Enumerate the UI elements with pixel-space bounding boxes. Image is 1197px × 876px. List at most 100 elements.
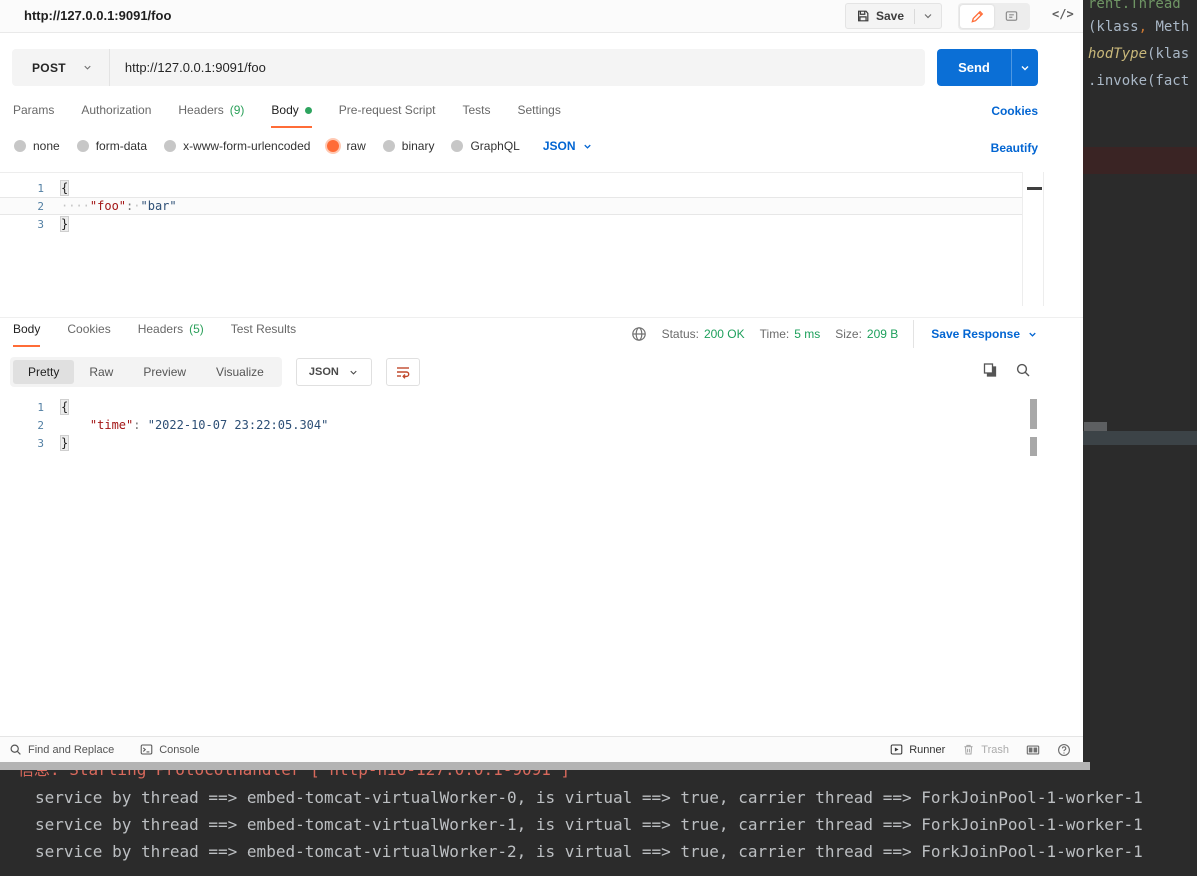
radio-icon <box>382 140 395 152</box>
response-scroll-thumb[interactable] <box>1030 437 1037 456</box>
request-editor-scroll-thumb[interactable] <box>1027 187 1042 190</box>
response-view-controls: Pretty Raw Preview Visualize JSON <box>10 357 420 387</box>
tab-headers[interactable]: Headers (9) <box>178 103 244 128</box>
globe-icon <box>631 326 647 342</box>
chevron-down-icon <box>922 10 934 22</box>
view-raw[interactable]: Raw <box>74 360 128 384</box>
body-mode-none[interactable]: none <box>14 139 60 153</box>
edit-pencil-icon <box>970 9 985 24</box>
save-button[interactable]: Save <box>846 9 914 23</box>
editor-line-current: 2 ···· "foo": · "bar" <box>0 197 1022 215</box>
body-mode-raw[interactable]: raw <box>327 139 366 153</box>
response-tab-test-results[interactable]: Test Results <box>231 322 296 347</box>
body-mode-binary[interactable]: binary <box>382 139 434 153</box>
comment-mode-button[interactable] <box>994 5 1028 28</box>
save-icon <box>856 9 870 23</box>
postman-window: http://127.0.0.1:9091/foo Save </> POST … <box>0 0 1083 762</box>
response-divider <box>0 317 1083 318</box>
line-number: 1 <box>37 400 44 414</box>
chevron-down-icon <box>348 367 359 378</box>
ide-console[interactable]: 信息: Starting ProtocolHandler ["http-nio-… <box>0 762 1197 876</box>
help-button[interactable] <box>1057 743 1071 757</box>
tab-params[interactable]: Params <box>13 103 54 128</box>
split-pane-button[interactable] <box>1026 743 1040 757</box>
response-meta-bar: Status: 200 OK Time: 5 ms Size: 209 B Save … <box>631 320 1038 348</box>
trash-icon <box>962 743 975 756</box>
ide-code-line: hodType(klas <box>1088 46 1190 62</box>
trash-button[interactable]: Trash <box>962 743 1009 756</box>
ide-editor-region[interactable]: rent.Thread (klass, Meth hodType(klas .i… <box>1083 0 1197 762</box>
tab-settings[interactable]: Settings <box>518 103 561 128</box>
url-input[interactable]: http://127.0.0.1:9091/foo <box>110 60 925 75</box>
response-headers-count-badge: (5) <box>189 322 204 336</box>
line-number: 1 <box>37 181 44 195</box>
editor-line: 2 "time": "2022-10-07 23:22:05.304" <box>0 416 1022 434</box>
raw-format-select[interactable]: JSON <box>543 139 593 153</box>
save-options-button[interactable] <box>915 10 941 22</box>
request-url-bar: POST http://127.0.0.1:9091/foo <box>12 49 925 86</box>
line-number: 3 <box>37 436 44 450</box>
tab-tests[interactable]: Tests <box>462 103 490 128</box>
wrap-lines-button[interactable] <box>385 358 420 386</box>
response-scroll-thumb[interactable] <box>1030 399 1037 429</box>
chevron-down-icon[interactable] <box>82 62 93 73</box>
radio-icon <box>164 140 177 152</box>
editor-line: 1{ <box>0 179 1022 197</box>
save-button-label: Save <box>876 9 905 23</box>
body-mode-graphql[interactable]: GraphQL <box>451 139 520 153</box>
body-mode-form-data[interactable]: form-data <box>76 139 147 153</box>
edit-mode-button[interactable] <box>960 5 994 28</box>
save-response-button[interactable]: Save Response <box>913 320 1038 348</box>
request-editor-scrollbar[interactable] <box>1022 172 1044 306</box>
send-button[interactable]: Send <box>937 49 1011 86</box>
tab-body[interactable]: Body <box>271 103 312 128</box>
radio-selected-icon <box>327 140 340 152</box>
view-preview[interactable]: Preview <box>128 360 201 384</box>
ide-scroll-thumb[interactable] <box>1084 422 1107 431</box>
console-log-line: service by thread ==> embed-tomcat-virtu… <box>35 842 1143 861</box>
help-icon <box>1057 743 1071 757</box>
search-icon[interactable] <box>1015 362 1031 378</box>
send-button-group: Send <box>937 49 1038 86</box>
view-pretty[interactable]: Pretty <box>13 360 75 384</box>
view-visualize[interactable]: Visualize <box>201 360 279 384</box>
response-view-segmented: Pretty Raw Preview Visualize <box>10 357 282 387</box>
editor-line: 3} <box>0 434 1022 452</box>
response-body-viewer[interactable]: 1{ 2 "time": "2022-10-07 23:22:05.304" 3… <box>0 398 1022 452</box>
console-log-line: service by thread ==> embed-tomcat-virtu… <box>35 788 1143 807</box>
response-format-select[interactable]: JSON <box>295 358 372 386</box>
code-toggle-icon[interactable]: </> <box>1052 7 1074 21</box>
console-log-line: service by thread ==> embed-tomcat-virtu… <box>35 815 1143 834</box>
response-tab-body[interactable]: Body <box>13 322 41 347</box>
response-tab-headers[interactable]: Headers (5) <box>138 322 204 347</box>
request-body-editor[interactable]: 1{ 2 ···· "foo": · "bar" 3} <box>0 172 1022 233</box>
body-mode-x-www-form-urlencoded[interactable]: x-www-form-urlencoded <box>164 139 310 153</box>
comment-icon <box>1004 9 1019 24</box>
ide-code-line: rent.Thread <box>1088 0 1181 12</box>
copy-icon[interactable] <box>982 362 998 378</box>
send-options-button[interactable] <box>1011 49 1038 86</box>
method-select[interactable]: POST <box>12 61 82 75</box>
find-and-replace-button[interactable]: Find and Replace <box>9 743 114 756</box>
console-horizontal-scrollbar[interactable] <box>0 762 1090 770</box>
tab-pre-request-script[interactable]: Pre-request Script <box>339 103 436 128</box>
ide-panel-edge <box>1083 431 1197 445</box>
status-value: 200 OK <box>703 327 745 341</box>
headers-count-badge: (9) <box>229 103 245 117</box>
body-modified-dot <box>304 106 312 114</box>
request-header-bar: http://127.0.0.1:9091/foo Save </> <box>0 0 1083 33</box>
chevron-down-icon <box>582 141 593 152</box>
cookies-link[interactable]: Cookies <box>991 104 1038 118</box>
runner-button[interactable]: Runner <box>890 743 945 756</box>
editor-line: 1{ <box>0 398 1022 416</box>
response-time: Time: 5 ms <box>759 327 821 341</box>
editor-line: 3} <box>0 215 1022 233</box>
chevron-down-icon <box>1019 62 1031 74</box>
tab-authorization[interactable]: Authorization <box>81 103 151 128</box>
response-tab-cookies[interactable]: Cookies <box>67 322 110 347</box>
radio-icon <box>451 140 464 152</box>
response-tabs: Body Cookies Headers (5) Test Results <box>13 322 296 347</box>
beautify-link[interactable]: Beautify <box>991 141 1038 155</box>
console-button[interactable]: Console <box>140 743 200 756</box>
postman-footer-bar: Find and Replace Console Runner Trash <box>0 736 1083 762</box>
